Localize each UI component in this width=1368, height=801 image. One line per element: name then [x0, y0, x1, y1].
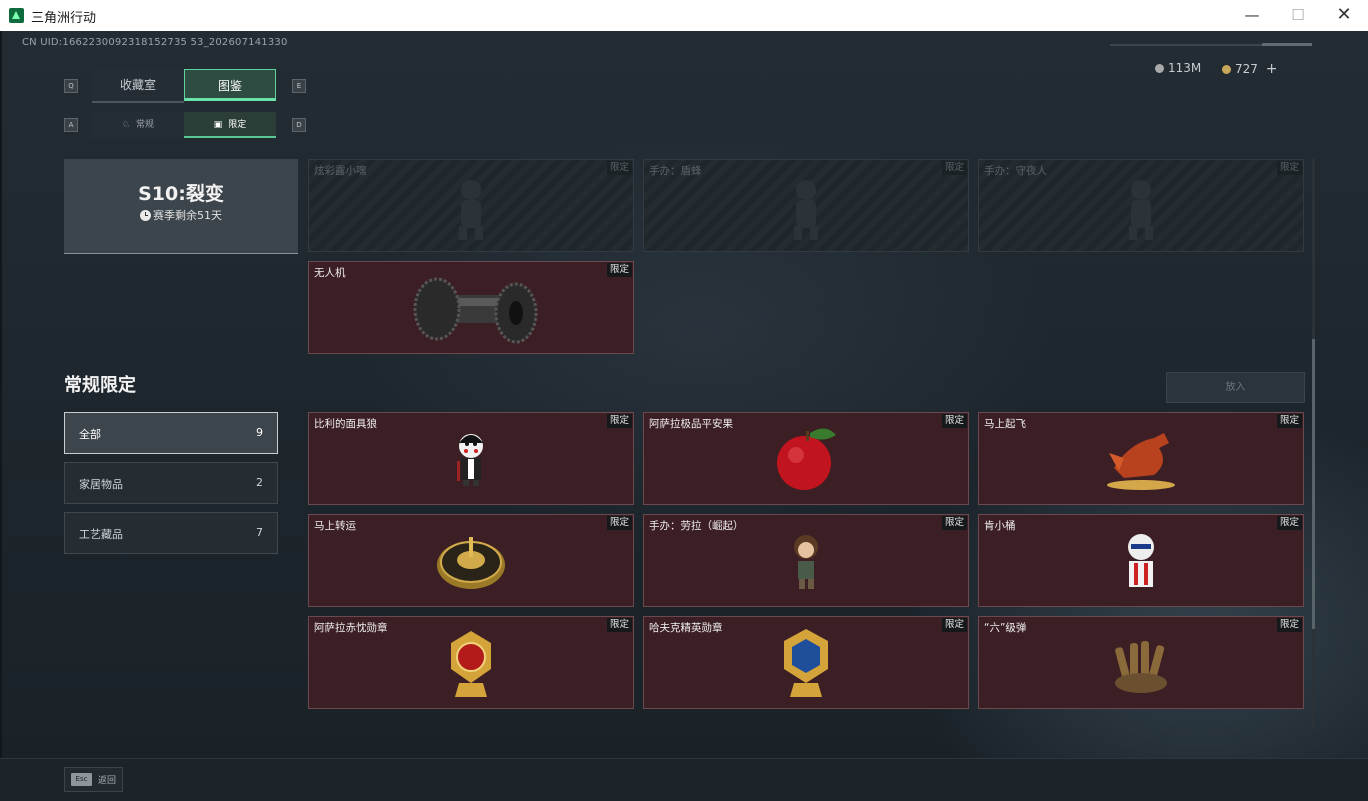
subtab-normal[interactable]: ♘ 常规 — [92, 112, 184, 138]
left-edge-divider — [0, 31, 2, 800]
bucket-figure-icon — [1128, 534, 1154, 587]
tab-archive[interactable]: 图鉴 — [184, 69, 276, 101]
drone-roller-icon — [413, 277, 538, 344]
esc-key-icon: Esc — [71, 773, 92, 786]
item-name: “六”级弹 — [984, 622, 1027, 634]
collection-item-card[interactable]: 肯小桶 限定 — [978, 514, 1304, 607]
limited-badge: 限定 — [606, 618, 632, 632]
maximize-button[interactable]: ☐ — [1275, 0, 1321, 31]
image-icon: ▣ — [213, 120, 223, 130]
filter-label: 全部 — [79, 428, 101, 441]
key-hint-q: Q — [64, 79, 78, 93]
limited-badge: 限定 — [1276, 414, 1302, 428]
collection-item-card[interactable]: 阿萨拉赤忱勋章 限定 — [308, 616, 634, 709]
player-uid: CN UID:1662230092318152735 53_2026071413… — [22, 37, 288, 48]
item-name: 哈夫克精英勋章 — [649, 622, 723, 634]
add-currency-button[interactable]: + — [1266, 61, 1278, 77]
season-title: S10:裂变 — [138, 183, 224, 205]
limited-badge: 限定 — [606, 516, 632, 530]
gold-coin-icon — [1222, 65, 1231, 74]
horse-statue-icon — [1107, 433, 1175, 490]
limited-badge: 限定 — [606, 263, 632, 277]
bullet-hand-icon — [1115, 641, 1167, 693]
key-hint-e: E — [292, 79, 306, 93]
limited-badge: 限定 — [606, 414, 632, 428]
main-area: CN UID:1662230092318152735 53_2026071413… — [0, 31, 1368, 801]
currency-coin-b: 727 + — [1222, 61, 1277, 77]
item-name: 比利的面具狼 — [314, 418, 377, 430]
limited-badge: 限定 — [941, 618, 967, 632]
limited-badge: 限定 — [1276, 618, 1302, 632]
limited-badge: 限定 — [1276, 516, 1302, 530]
item-name: 手办：守夜人 — [984, 165, 1047, 177]
collection-item-card[interactable]: “六”级弹 限定 — [978, 616, 1304, 709]
item-name: 炫彩露小嘿 — [314, 165, 367, 177]
filter-craft[interactable]: 工艺藏品 7 — [64, 512, 278, 554]
minimize-button[interactable]: — — [1229, 0, 1275, 31]
collection-item-card[interactable]: 马上起飞 限定 — [978, 412, 1304, 505]
item-name: 手办：盾蜂 — [649, 165, 702, 177]
coin-a-amount: 113M — [1168, 61, 1202, 75]
tab-collection[interactable]: 收藏室 — [92, 69, 184, 103]
currency-coin-a: 113M — [1155, 61, 1201, 75]
collection-item-card[interactable]: 手办：劳拉（崛起） 限定 — [643, 514, 969, 607]
close-button[interactable]: ✕ — [1321, 0, 1367, 31]
season-item-card[interactable]: 手办：守夜人 限定 — [978, 159, 1304, 252]
season-remaining: 赛季剩余51天 — [64, 207, 298, 223]
filter-home[interactable]: 家居物品 2 — [64, 462, 278, 504]
window-title: 三角洲行动 — [31, 11, 97, 26]
clock-icon — [140, 210, 151, 221]
filter-all[interactable]: 全部 9 — [64, 412, 278, 454]
filter-label: 工艺藏品 — [79, 528, 123, 541]
item-name: 马上转运 — [314, 520, 356, 532]
key-hint-a: A — [64, 118, 78, 132]
scrollbar-thumb[interactable] — [1312, 339, 1315, 629]
filter-label: 家居物品 — [79, 478, 123, 491]
item-name: 无人机 — [314, 267, 346, 279]
item-name: 阿萨拉极品平安果 — [649, 418, 733, 430]
compass-plate-icon — [437, 537, 505, 589]
item-name: 手办：劳拉（崛起） — [649, 520, 744, 532]
window-titlebar: 三角洲行动 — ☐ ✕ — [0, 0, 1368, 31]
limited-badge: 限定 — [941, 516, 967, 530]
limited-badge: 限定 — [941, 414, 967, 428]
trophy-icon: ♘ — [121, 120, 131, 130]
limited-badge: 限定 — [941, 161, 967, 175]
back-button[interactable]: Esc 返回 — [64, 767, 123, 792]
silver-coin-icon — [1155, 64, 1164, 73]
collection-item-card[interactable]: 阿萨拉极品平安果 限定 — [643, 412, 969, 505]
filter-count: 9 — [256, 426, 263, 439]
back-label: 返回 — [98, 776, 117, 786]
bottom-bar: Esc 返回 — [0, 758, 1368, 801]
put-in-button[interactable]: 放入 — [1166, 372, 1305, 403]
coin-b-amount: 727 — [1235, 62, 1258, 76]
item-name: 马上起飞 — [984, 418, 1026, 430]
app-logo-icon — [9, 8, 24, 23]
limited-badge: 限定 — [1276, 161, 1302, 175]
collection-item-card[interactable]: 哈夫克精英勋章 限定 — [643, 616, 969, 709]
subtab-normal-label: 常规 — [136, 120, 155, 130]
item-name: 阿萨拉赤忱勋章 — [314, 622, 388, 634]
collection-item-card[interactable]: 马上转运 限定 — [308, 514, 634, 607]
collection-item-card[interactable]: 比利的面具狼 限定 — [308, 412, 634, 505]
item-name: 肯小桶 — [984, 520, 1016, 532]
season-remaining-text: 赛季剩余51天 — [153, 209, 222, 222]
subtab-limited[interactable]: ▣ 限定 — [184, 112, 276, 138]
section-title: 常规限定 — [64, 375, 136, 396]
filter-count: 7 — [256, 526, 263, 539]
filter-count: 2 — [256, 476, 263, 489]
season-card: S10:裂变 赛季剩余51天 — [64, 159, 298, 254]
season-item-card[interactable]: 无人机 限定 — [308, 261, 634, 354]
season-item-card[interactable]: 炫彩露小嘿 限定 — [308, 159, 634, 252]
season-item-card[interactable]: 手办：盾蜂 限定 — [643, 159, 969, 252]
key-hint-d: D — [292, 118, 306, 132]
top-decor-line — [1110, 43, 1312, 46]
subtab-limited-label: 限定 — [228, 120, 247, 130]
limited-badge: 限定 — [606, 161, 632, 175]
